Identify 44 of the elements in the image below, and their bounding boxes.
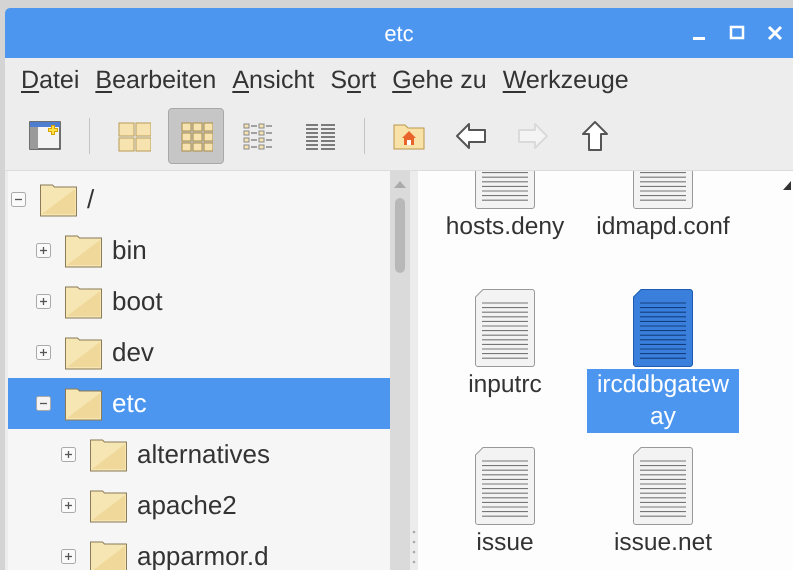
file-name[interactable]: inputrc <box>429 369 581 401</box>
folder-icon <box>89 488 129 522</box>
folder-icon <box>64 234 104 268</box>
maximize-icon[interactable] <box>729 25 745 41</box>
collapse-icon[interactable] <box>36 396 51 411</box>
folder-icon <box>64 336 104 370</box>
file-name[interactable]: issue.net <box>587 527 739 559</box>
tree-item[interactable]: / <box>8 174 390 225</box>
folder-icon <box>39 182 79 216</box>
close-icon[interactable] <box>767 25 783 41</box>
text-file-icon[interactable] <box>475 447 535 525</box>
expand-icon[interactable] <box>61 447 76 462</box>
new-window-icon <box>28 119 62 153</box>
menu-item[interactable]: Datei <box>13 65 88 95</box>
tree-item[interactable]: bin <box>8 225 390 276</box>
text-file-icon[interactable] <box>475 289 535 367</box>
menu-item[interactable]: Bearbeiten <box>87 65 224 95</box>
tree-item[interactable]: dev <box>8 327 390 378</box>
thumbnail-view-button[interactable] <box>168 108 224 164</box>
menu-item[interactable]: Sort <box>322 65 384 95</box>
tree-item[interactable]: apache2 <box>8 480 390 531</box>
scrollbar[interactable] <box>390 171 410 570</box>
tree-item[interactable]: boot <box>8 276 390 327</box>
expand-icon[interactable] <box>36 294 51 309</box>
menu-item[interactable]: Ansicht <box>224 65 322 95</box>
tree-item[interactable]: alternatives <box>8 429 390 480</box>
collapse-icon[interactable] <box>11 192 26 207</box>
folder-icon <box>89 438 129 472</box>
file-name[interactable]: hosts.deny <box>429 211 581 243</box>
expand-icon[interactable] <box>36 345 51 360</box>
file-name[interactable]: idmapd.conf <box>587 211 739 243</box>
file-name[interactable]: issue <box>429 527 581 559</box>
menu-item[interactable]: Werkzeuge <box>494 65 637 95</box>
expand-icon[interactable] <box>61 549 76 564</box>
folder-icon <box>64 386 104 420</box>
expand-icon[interactable] <box>36 243 51 258</box>
text-file-icon[interactable] <box>633 289 693 367</box>
window-title: etc <box>384 20 414 48</box>
folder-icon <box>89 540 129 570</box>
menu-item[interactable]: Gehe zu <box>384 65 495 95</box>
text-file-icon[interactable] <box>633 447 693 525</box>
folder-icon <box>64 284 104 318</box>
expand-icon[interactable] <box>61 498 76 513</box>
scrollbar-thumb[interactable] <box>395 198 405 273</box>
